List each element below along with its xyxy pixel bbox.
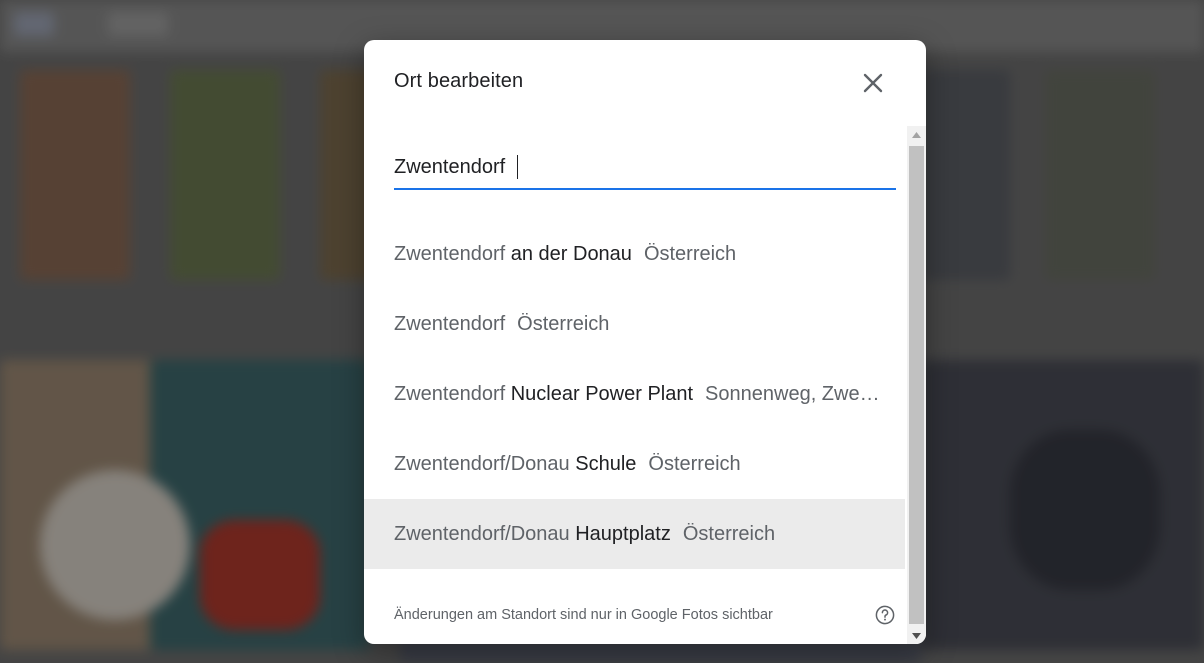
suggestion-name-rest: an der Donau <box>505 242 632 265</box>
suggestion-match-text: Zwentendorf/Donau <box>394 452 570 475</box>
location-suggestion-item[interactable]: Zwentendorf/Donau Hauptplatz Österreich <box>364 499 905 569</box>
suggestion-match-text: Zwentendorf <box>394 382 506 405</box>
text-caret <box>517 155 518 179</box>
suggestion-name-rest: Schule <box>569 452 637 475</box>
close-button[interactable] <box>856 66 890 100</box>
location-search-input[interactable] <box>394 150 896 184</box>
location-search-field[interactable] <box>394 146 896 190</box>
suggestion-name-rest: Nuclear Power Plant <box>505 382 694 405</box>
location-suggestion-item[interactable]: Zwentendorf/Donau Schule Österreich <box>364 429 905 499</box>
suggestion-match-text: Zwentendorf/Donau <box>394 522 570 545</box>
location-suggestions-list: Zwentendorf an der Donau Österreich Zwente… <box>364 219 905 569</box>
help-circle-icon <box>875 605 895 625</box>
location-suggestion-item[interactable]: Zwentendorf an der Donau Österreich <box>364 219 905 289</box>
suggestion-match-text: Zwentendorf <box>394 312 506 335</box>
scroll-up-arrow-icon <box>912 131 921 138</box>
suggestion-match-text: Zwentendorf <box>394 242 506 265</box>
location-suggestion-item[interactable]: Zwentendorf Nuclear Power Plant Sonnenweg… <box>364 359 905 429</box>
suggestion-secondary-text: Sonnenweg, Zwent… <box>705 382 887 405</box>
help-button[interactable] <box>874 604 896 626</box>
suggestion-secondary-text: Österreich <box>682 522 776 545</box>
suggestion-secondary-text: Österreich <box>517 312 610 335</box>
footer-note: Änderungen am Standort sind nur in Googl… <box>394 607 773 623</box>
scrollbar-thumb[interactable] <box>909 146 924 624</box>
dialog-content: Zwentendorf an der DonauÖsterreichZwente… <box>364 126 905 644</box>
edit-location-dialog: Ort bearbeiten Zwentendorf an der Donau Ö… <box>364 40 926 644</box>
location-suggestion-item[interactable]: Zwentendorf Österreich <box>364 289 905 359</box>
suggestion-name-rest: Hauptplatz <box>569 522 671 545</box>
suggestion-secondary-text: Österreich <box>643 242 737 265</box>
scroll-down-arrow-icon <box>912 632 921 639</box>
close-icon <box>863 73 883 93</box>
scrollbar[interactable] <box>907 126 926 644</box>
suggestion-secondary-text: Österreich <box>648 452 741 475</box>
scroll-up-button[interactable] <box>907 126 926 143</box>
dialog-title: Ort bearbeiten <box>394 70 524 92</box>
scroll-down-button[interactable] <box>907 627 926 644</box>
